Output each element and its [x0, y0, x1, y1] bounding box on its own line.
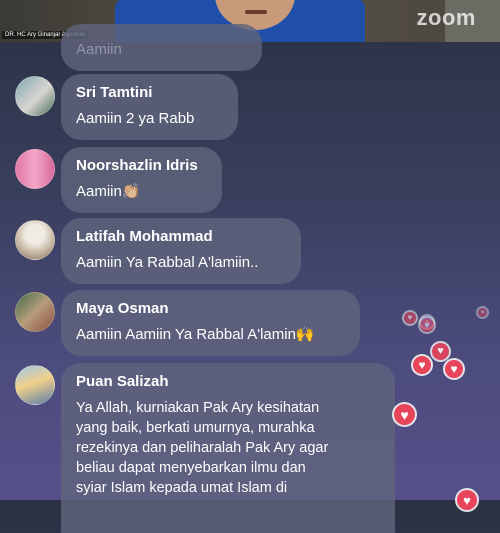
comment-text: Aamiin👏🏼 [76, 183, 141, 200]
live-comments-feed: Aamiin Sri Tamtini Aamiin 2 ya Rabb Noor… [0, 0, 500, 533]
avatar[interactable] [15, 220, 55, 260]
comment-bubble: Latifah Mohammad Aamiin Ya Rabbal A'lami… [61, 218, 301, 284]
avatar[interactable] [15, 76, 55, 116]
heart-icon: ♥ [413, 356, 431, 374]
heart-icon: ♥ [432, 343, 449, 360]
comment-author[interactable]: Noorshazlin Idris [76, 156, 206, 176]
heart-icon: ♥ [420, 318, 434, 332]
heart-icon: ♥ [478, 308, 487, 317]
comment-text: Ya Allah, kurniakan Pak Ary kesihatan ya… [76, 400, 329, 496]
comment-bubble: Noorshazlin Idris Aamiin👏🏼 [61, 147, 222, 213]
comment-author[interactable]: Sri Tamtini [76, 83, 222, 103]
heart-icon: ♥ [457, 490, 477, 510]
comment-bubble: Aamiin [61, 24, 262, 71]
comment-text: Aamiin 2 ya Rabb [76, 110, 195, 127]
comment-bubble: Maya Osman Aamiin Aamiin Ya Rabbal A'lam… [61, 290, 360, 356]
comment-text: Aamiin [76, 41, 122, 58]
avatar[interactable] [15, 149, 55, 189]
heart-icon: ♥ [445, 360, 463, 378]
comment-author[interactable]: Puan Salizah [76, 372, 379, 392]
comment-bubble: Sri Tamtini Aamiin 2 ya Rabb [61, 74, 238, 140]
avatar[interactable] [15, 365, 55, 405]
comment-text: Aamiin Ya Rabbal A'lamiin.. [76, 254, 259, 271]
comment-author[interactable]: Latifah Mohammad [76, 227, 285, 247]
comment-bubble: Puan Salizah Ya Allah, kurniakan Pak Ary… [61, 363, 395, 533]
comment-author[interactable]: Maya Osman [76, 299, 344, 319]
heart-icon: ♥ [394, 404, 415, 425]
avatar[interactable] [15, 292, 55, 332]
comment-text: Aamiin Aamiin Ya Rabbal A'lamin🙌 [76, 326, 315, 343]
heart-icon: ♥ [404, 312, 416, 324]
